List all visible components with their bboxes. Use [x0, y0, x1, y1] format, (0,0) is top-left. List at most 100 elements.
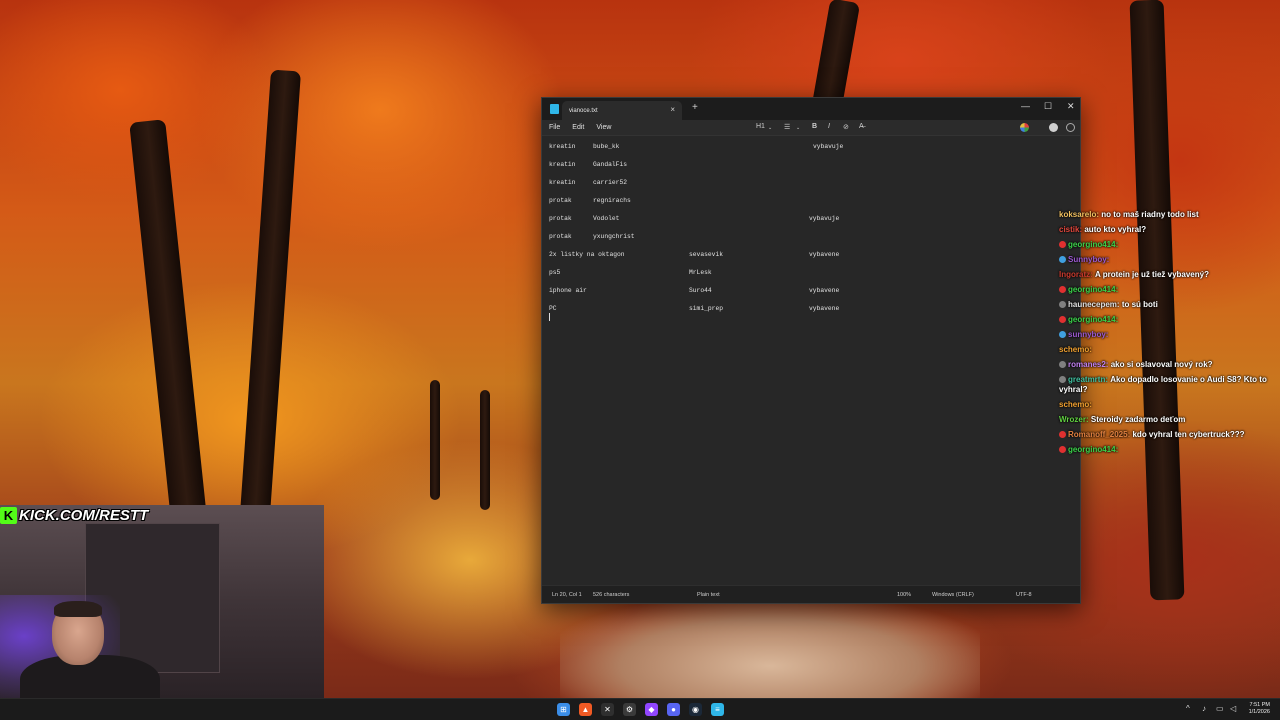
- heading-dropdown[interactable]: H1: [756, 123, 765, 130]
- line-9-col-3: Suro44: [689, 287, 712, 294]
- brave-icon[interactable]: ▲: [579, 703, 592, 716]
- chat-username[interactable]: georgino414:: [1068, 315, 1118, 324]
- line-ending[interactable]: Windows (CRLF): [932, 592, 974, 598]
- twitch-icon[interactable]: ◆: [645, 703, 658, 716]
- status-bar: Ln 20, Col 1 526 characters Plain text 1…: [542, 585, 1080, 603]
- chat-badge-icon: [1059, 256, 1066, 263]
- new-tab-button[interactable]: +: [692, 102, 698, 113]
- chat-username[interactable]: georgino414:: [1068, 285, 1118, 294]
- tab-close-icon[interactable]: ×: [670, 105, 675, 114]
- chat-message: georgino414:: [1059, 285, 1274, 295]
- line-10-col-3: simi_prep: [689, 305, 724, 312]
- zoom-level[interactable]: 100%: [897, 592, 911, 598]
- chevron-down-icon[interactable]: ⌄: [796, 125, 800, 131]
- chat-username[interactable]: georgino414:: [1068, 240, 1118, 249]
- line-2-col-1: kreatin: [549, 161, 576, 168]
- notepad-icon[interactable]: ≡: [711, 703, 724, 716]
- gear-icon[interactable]: [1066, 123, 1075, 132]
- line-9-col-1: iphone air: [549, 287, 587, 294]
- list-icon[interactable]: ☰: [784, 123, 790, 131]
- line-4-col-2: regnirachs: [593, 197, 631, 204]
- chat-username[interactable]: schemo:: [1059, 400, 1092, 409]
- menu-bar: File Edit View H1 ⌄ ☰ ⌄ B I ⊘ A̶: [542, 120, 1080, 136]
- line-10-col-1: PC: [549, 305, 557, 312]
- settings-icon[interactable]: ⚙: [623, 703, 636, 716]
- line-1-col-2: bube_kk: [593, 143, 620, 150]
- taskbar: ^ ♪ ▭ ◁ 7:51 PM 1/1/2026 ⊞ ▲ ✕ ⚙ ◆ ● ◉ ≡: [0, 698, 1280, 720]
- chat-text: kdo vyhral ten cybertruck???: [1132, 430, 1245, 439]
- chat-badge-icon: [1059, 241, 1066, 248]
- chat-username[interactable]: romanes2:: [1068, 360, 1108, 369]
- minimize-button[interactable]: —: [1021, 101, 1030, 111]
- kick-logo: K: [0, 507, 17, 524]
- clock-date: 1/1/2026: [1248, 709, 1270, 715]
- chat-username[interactable]: Ingoratz:: [1059, 270, 1093, 279]
- chat-badge-icon: [1059, 431, 1066, 438]
- maximize-button[interactable]: ☐: [1044, 101, 1052, 112]
- steam-icon[interactable]: ◉: [689, 703, 702, 716]
- link-icon[interactable]: ⊘: [843, 123, 849, 131]
- webcam-overlay: [0, 505, 324, 698]
- line-5-col-1: protak: [549, 215, 572, 222]
- chevron-down-icon[interactable]: ⌄: [768, 125, 772, 131]
- text-editor[interactable]: kreatin bube_kk vybavuje kreatin GandalFis kr…: [542, 136, 1080, 586]
- chat-username[interactable]: Romanoff_2025:: [1068, 430, 1130, 439]
- chat-username[interactable]: greatmrtn:: [1068, 375, 1108, 384]
- chat-text: A protein je už tiež vybavený?: [1095, 270, 1209, 279]
- line-1-col-1: kreatin: [549, 143, 576, 150]
- chat-message: georgino414:: [1059, 240, 1274, 250]
- notepad-app-icon: [550, 104, 559, 114]
- chat-message: Wrozer: Steroidy zadarmo deťom: [1059, 415, 1274, 425]
- terminal-icon[interactable]: ✕: [601, 703, 614, 716]
- volume-icon[interactable]: ◁: [1230, 704, 1236, 713]
- clock[interactable]: 7:51 PM 1/1/2026: [1249, 702, 1270, 716]
- chat-text: Steroidy zadarmo deťom: [1090, 415, 1186, 424]
- line-10-col-4: vybavene: [809, 305, 840, 312]
- bold-button[interactable]: B: [812, 123, 817, 130]
- chat-username[interactable]: Sunnyboy:: [1068, 255, 1109, 264]
- discord-icon[interactable]: ●: [667, 703, 680, 716]
- chat-message: georgino414:: [1059, 315, 1274, 325]
- menu-file[interactable]: File: [549, 124, 560, 131]
- network-icon[interactable]: ▭: [1216, 704, 1224, 713]
- account-icon[interactable]: [1049, 123, 1058, 132]
- line-5-col-4: vybavuje: [809, 215, 840, 222]
- chat-username[interactable]: georgino414:: [1068, 445, 1118, 454]
- line-9-col-4: vybavene: [809, 287, 840, 294]
- chat-badge-icon: [1059, 376, 1066, 383]
- chat-username[interactable]: Wrozer:: [1059, 415, 1089, 424]
- chat-username[interactable]: cistik:: [1059, 225, 1082, 234]
- line-3-col-2: carrier52: [593, 179, 628, 186]
- microphone-icon[interactable]: ♪: [1202, 704, 1206, 713]
- menu-view[interactable]: View: [596, 124, 611, 131]
- clear-formatting-icon[interactable]: A̶: [859, 123, 864, 130]
- tab-title: vianoce.txt: [569, 107, 598, 114]
- copilot-icon[interactable]: [1020, 123, 1029, 132]
- menu-edit[interactable]: Edit: [572, 124, 584, 131]
- line-1-col-4: vybavuje: [813, 143, 844, 150]
- encoding[interactable]: UTF-8: [1016, 592, 1032, 598]
- title-bar[interactable]: vianoce.txt × + — ☐ ✕: [542, 98, 1080, 120]
- chat-message: Romanoff_2025: kdo vyhral ten cybertruck…: [1059, 430, 1274, 440]
- kick-banner: K KICK.COM/RESTT: [0, 505, 148, 526]
- chat-text: to sú boti: [1121, 300, 1158, 309]
- chat-username[interactable]: sunnyboy:: [1068, 330, 1108, 339]
- chat-text: no to maš riadny todo list: [1101, 210, 1199, 219]
- close-button[interactable]: ✕: [1067, 101, 1075, 112]
- start-icon[interactable]: ⊞: [557, 703, 570, 716]
- chat-badge-icon: [1059, 446, 1066, 453]
- chat-username[interactable]: schemo:: [1059, 345, 1092, 354]
- line-8-col-3: MrLesk: [689, 269, 712, 276]
- text-format[interactable]: Plain text: [697, 592, 720, 598]
- chat-message: koksarelo: no to maš riadny todo list: [1059, 210, 1274, 220]
- chat-username[interactable]: koksarelo:: [1059, 210, 1099, 219]
- chat-message: cistik: auto kto vyhral?: [1059, 225, 1274, 235]
- chat-message: schemo:: [1059, 400, 1274, 410]
- tab-vianoce[interactable]: vianoce.txt ×: [562, 101, 682, 120]
- chat-username[interactable]: haunecepem:: [1068, 300, 1120, 309]
- italic-button[interactable]: I: [828, 123, 830, 130]
- clock-time: 7:51 PM: [1249, 702, 1270, 708]
- line-6-col-1: protak: [549, 233, 572, 240]
- chevron-up-icon[interactable]: ^: [1186, 704, 1190, 713]
- line-4-col-1: protak: [549, 197, 572, 204]
